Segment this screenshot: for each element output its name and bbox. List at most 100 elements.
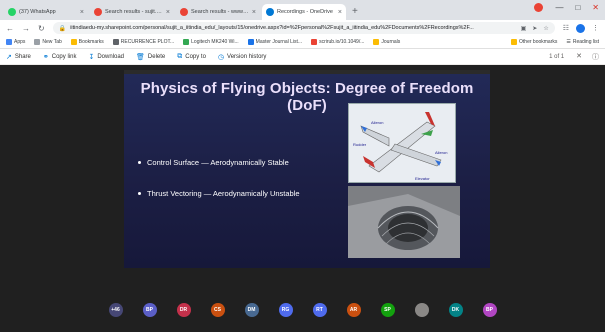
profile-icon[interactable] — [534, 3, 544, 12]
bookmark-item[interactable]: RECURRENCE PLOT... — [112, 39, 175, 45]
bookmark-item[interactable]: Apps — [6, 39, 25, 45]
account-avatar[interactable] — [576, 23, 585, 33]
participant-avatar: DR — [176, 303, 191, 317]
forward-icon[interactable]: → — [22, 24, 30, 33]
participant: DM — [238, 303, 266, 317]
lock-icon[interactable]: 🔒 — [59, 25, 66, 32]
video-player[interactable]: Physics of Flying Objects: Degree of Fre… — [0, 65, 605, 317]
reload-icon[interactable]: ↻ — [38, 24, 45, 33]
participant-avatar: +46 — [108, 303, 123, 317]
copy-link-button[interactable]: ⚭ Copy link — [43, 53, 77, 61]
bookmark-item[interactable]: Journals — [373, 39, 400, 45]
link-icon: ⚭ — [42, 53, 49, 61]
bookmark-label: RECURRENCE PLOT... — [120, 39, 175, 45]
copy-to-button[interactable]: ⧉ Copy to — [177, 53, 206, 61]
other-bookmarks[interactable]: Other bookmarks — [511, 39, 557, 45]
window-controls: — □ ✕ — [534, 3, 599, 12]
bookmark-item[interactable]: scrirub.io/10.1049/... — [311, 39, 364, 45]
airplane-icon: Aileron Rudder Aileron Elevator — [353, 112, 447, 181]
extensions-icon[interactable]: ☷ — [563, 24, 569, 32]
participant: RG — [272, 303, 300, 317]
info-icon[interactable]: ⓘ — [592, 52, 599, 62]
trash-icon: 🗑 — [136, 53, 145, 61]
tab-favicon-icon — [180, 8, 188, 16]
tab-close-icon[interactable]: × — [80, 9, 84, 16]
tab-close-icon[interactable]: × — [338, 9, 342, 16]
bookmark-item[interactable]: Bookmarks — [70, 39, 104, 45]
airplane-diagram: Aileron Rudder Aileron Elevator — [348, 103, 456, 183]
history-icon: ◷ — [217, 53, 225, 61]
delete-button[interactable]: 🗑 Delete — [136, 53, 165, 61]
bookmark-label: Apps — [14, 39, 26, 45]
download-icon: ↧ — [88, 53, 95, 61]
tab-close-icon[interactable]: × — [166, 9, 170, 16]
close-window-icon[interactable]: ✕ — [592, 3, 599, 12]
participant-avatar: DK — [448, 303, 463, 317]
participant: CS — [204, 303, 232, 317]
bookmark-icon — [373, 39, 380, 45]
participant-avatar: SP — [380, 303, 395, 317]
participant-avatar: DM — [244, 303, 259, 317]
bullet-item: Thrust Vectoring — Aerodynamically Unsta… — [138, 189, 300, 198]
bookmark-item[interactable]: Master Journal List... — [247, 39, 303, 45]
participants-bar: +46 BP DR CS DM RG RT AR SP DK BP — [0, 303, 605, 332]
bookmark-item[interactable]: New Tab — [34, 39, 62, 45]
url-text: iitindiaedu-my.sharepoint.com/personal/s… — [70, 25, 474, 31]
elevator-label: Elevator — [415, 176, 430, 181]
new-tab-button[interactable]: + — [352, 6, 358, 17]
share-button[interactable]: ↗ Share — [6, 53, 31, 61]
back-icon[interactable]: ← — [6, 24, 14, 33]
participant-avatar: RG — [278, 303, 293, 317]
url-input[interactable]: 🔒 iitindiaedu-my.sharepoint.com/personal… — [52, 22, 555, 34]
close-viewer-icon[interactable]: ✕ — [576, 52, 582, 62]
version-history-button[interactable]: ◷ Version history — [218, 53, 266, 61]
browser-tab[interactable]: Search results - www-iit-ab@iitm× — [176, 4, 260, 20]
tab-close-icon[interactable]: × — [252, 9, 256, 16]
address-bar: ← → ↻ 🔒 iitindiaedu-my.sharepoint.com/pe… — [0, 20, 605, 36]
rudder-label: Rudder — [353, 142, 367, 147]
presentation-slide: Physics of Flying Objects: Degree of Fre… — [124, 70, 490, 268]
aileron-label: Aileron — [435, 150, 447, 155]
participant-avatar: BP — [142, 303, 157, 317]
onedrive-toolbar: ↗ Share ⚭ Copy link ↧ Download 🗑 Delete … — [0, 49, 605, 65]
aileron-label: Aileron — [371, 120, 383, 125]
reading-list[interactable]: ☰ Reading list — [566, 39, 599, 45]
minimize-icon[interactable]: — — [555, 3, 563, 12]
bookmark-icon — [183, 39, 190, 45]
tab-label: Recordings - OneDrive — [277, 9, 333, 15]
menu-icon[interactable]: ⋮ — [592, 24, 599, 32]
bookmark-label: New Tab — [42, 39, 62, 45]
participant-avatar — [414, 303, 429, 317]
bookmark-item[interactable]: Logitech MK240 Wi... — [183, 39, 239, 45]
install-icon[interactable]: ▣ — [521, 25, 527, 32]
bookmark-icon — [311, 39, 318, 45]
participant: AR — [340, 303, 368, 317]
tab-label: Search results - www-iit-ab@iitm — [191, 9, 250, 15]
reading-list-icon: ☰ — [566, 39, 571, 45]
browser-tab[interactable]: Search results - sujit.a@iitindia.e× — [90, 4, 174, 20]
bookmark-label: Master Journal List... — [255, 39, 303, 45]
bookmark-star-icon[interactable]: ☆ — [543, 25, 548, 32]
tab-label: Search results - sujit.a@iitindia.e — [105, 9, 164, 15]
bookmark-icon — [34, 39, 41, 45]
page-count: 1 of 1 — [549, 53, 565, 60]
slide-menubar — [124, 70, 490, 74]
browser-tab[interactable]: Recordings - OneDrive × — [262, 4, 346, 20]
bookmark-label: Journals — [381, 39, 401, 45]
participant-avatar: AR — [346, 303, 361, 317]
download-button[interactable]: ↧ Download — [88, 53, 124, 61]
copy-icon: ⧉ — [177, 52, 183, 60]
bookmark-icon — [70, 39, 77, 45]
share-page-icon[interactable]: ➤ — [532, 25, 537, 32]
participant: DR — [170, 303, 198, 317]
maximize-icon[interactable]: □ — [575, 3, 580, 12]
browser-tab[interactable]: (37) WhatsApp × — [4, 4, 88, 20]
participant: BP — [476, 303, 504, 317]
bookmark-label: Logitech MK240 Wi... — [191, 39, 239, 45]
tab-favicon-icon — [266, 8, 274, 16]
tab-label: (37) WhatsApp — [19, 9, 56, 15]
participant: +46 — [102, 303, 130, 317]
tab-favicon-icon — [8, 8, 16, 16]
tab-bar: (37) WhatsApp×Search results - sujit.a@i… — [0, 0, 605, 20]
bookmark-icon — [112, 39, 119, 45]
